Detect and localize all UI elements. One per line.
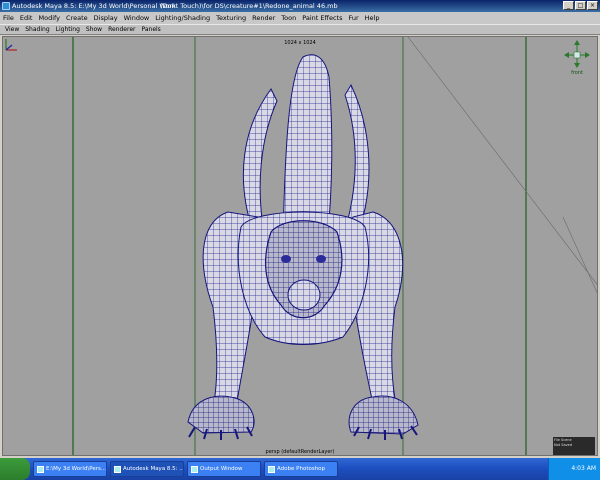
- grid-line: [407, 37, 597, 285]
- panel-menu-renderer[interactable]: Renderer: [105, 25, 138, 34]
- window-controls: _ □ ×: [563, 1, 598, 10]
- grid-line-2: [562, 216, 597, 294]
- photoshop-icon: [268, 465, 275, 473]
- taskbar-item-label: E:\My 3d World\Pers...: [46, 466, 107, 472]
- panel-menu-show[interactable]: Show: [83, 25, 105, 34]
- camera-label: persp (defaultRenderLayer): [265, 449, 335, 455]
- viewport-scene: [72, 37, 597, 455]
- taskbar-item-label: Adobe Photoshop: [277, 466, 326, 472]
- taskbar-item-explorer[interactable]: E:\My 3d World\Pers...: [33, 461, 107, 477]
- panel-menu-bar: View Shading Lighting Show Renderer Pane…: [0, 24, 600, 35]
- menu-help[interactable]: Help: [362, 12, 383, 24]
- menu-file[interactable]: File: [0, 12, 17, 24]
- panel-menu-lighting[interactable]: Lighting: [53, 25, 83, 34]
- menu-fur[interactable]: Fur: [345, 12, 361, 24]
- taskbar-item-photoshop[interactable]: Adobe Photoshop: [264, 461, 338, 477]
- menu-bar: File Edit Modify Create Display Window L…: [0, 12, 600, 24]
- axis-gizmo-icon: [5, 39, 17, 51]
- window-icon: [191, 465, 198, 473]
- menu-edit[interactable]: Edit: [17, 12, 36, 24]
- menu-modify[interactable]: Modify: [35, 12, 63, 24]
- taskbar-item-label: Autodesk Maya 8.5: ...: [123, 466, 184, 472]
- panel-menu-panels[interactable]: Panels: [138, 25, 163, 34]
- taskbar-item-label: Output Window: [200, 466, 243, 472]
- menu-window[interactable]: Window: [121, 12, 153, 24]
- folder-icon: [37, 465, 44, 473]
- creature-mesh: [187, 54, 419, 440]
- window-title-file: (Dont Touch)\for DS\creature#1\Redone_an…: [160, 2, 338, 10]
- resolution-label: 1024 x 1024: [284, 40, 316, 46]
- start-button[interactable]: [0, 458, 30, 480]
- panel-menu-shading[interactable]: Shading: [22, 25, 52, 34]
- maximize-icon[interactable]: □: [575, 1, 586, 10]
- title-bar: Autodesk Maya 8.5: E:\My 3d World\Person…: [0, 0, 600, 12]
- menu-render[interactable]: Render: [249, 12, 278, 24]
- panel-menu-view[interactable]: View: [2, 25, 22, 34]
- close-icon[interactable]: ×: [587, 1, 598, 10]
- view-cube-label[interactable]: front: [571, 70, 583, 76]
- minimize-icon[interactable]: _: [563, 1, 574, 10]
- menu-display[interactable]: Display: [91, 12, 121, 24]
- menu-lighting-shading[interactable]: Lighting/Shading: [152, 12, 213, 24]
- menu-toon[interactable]: Toon: [278, 12, 299, 24]
- heads-up-display: File Scene Not Saved: [553, 437, 595, 455]
- taskbar-item-output-window[interactable]: Output Window: [187, 461, 261, 477]
- maya-app-icon: [2, 2, 10, 10]
- menu-create[interactable]: Create: [63, 12, 91, 24]
- menu-paint-effects[interactable]: Paint Effects: [299, 12, 345, 24]
- window-title: Autodesk Maya 8.5: E:\My 3d World\Person…: [12, 2, 176, 10]
- maya-window: Autodesk Maya 8.5: E:\My 3d World\Person…: [0, 0, 600, 480]
- system-tray: 4:03 AM: [548, 458, 600, 480]
- hud-line-2: Not Saved: [554, 443, 573, 447]
- clock[interactable]: 4:03 AM: [571, 465, 596, 472]
- perspective-viewport[interactable]: 1024 x 1024 front persp (defaultRenderLa…: [2, 36, 598, 456]
- menu-texturing[interactable]: Texturing: [213, 12, 249, 24]
- windows-taskbar: E:\My 3d World\Pers... Autodesk Maya 8.5…: [0, 458, 600, 480]
- taskbar-item-maya[interactable]: Autodesk Maya 8.5: ...: [110, 461, 184, 477]
- maya-icon: [114, 465, 121, 473]
